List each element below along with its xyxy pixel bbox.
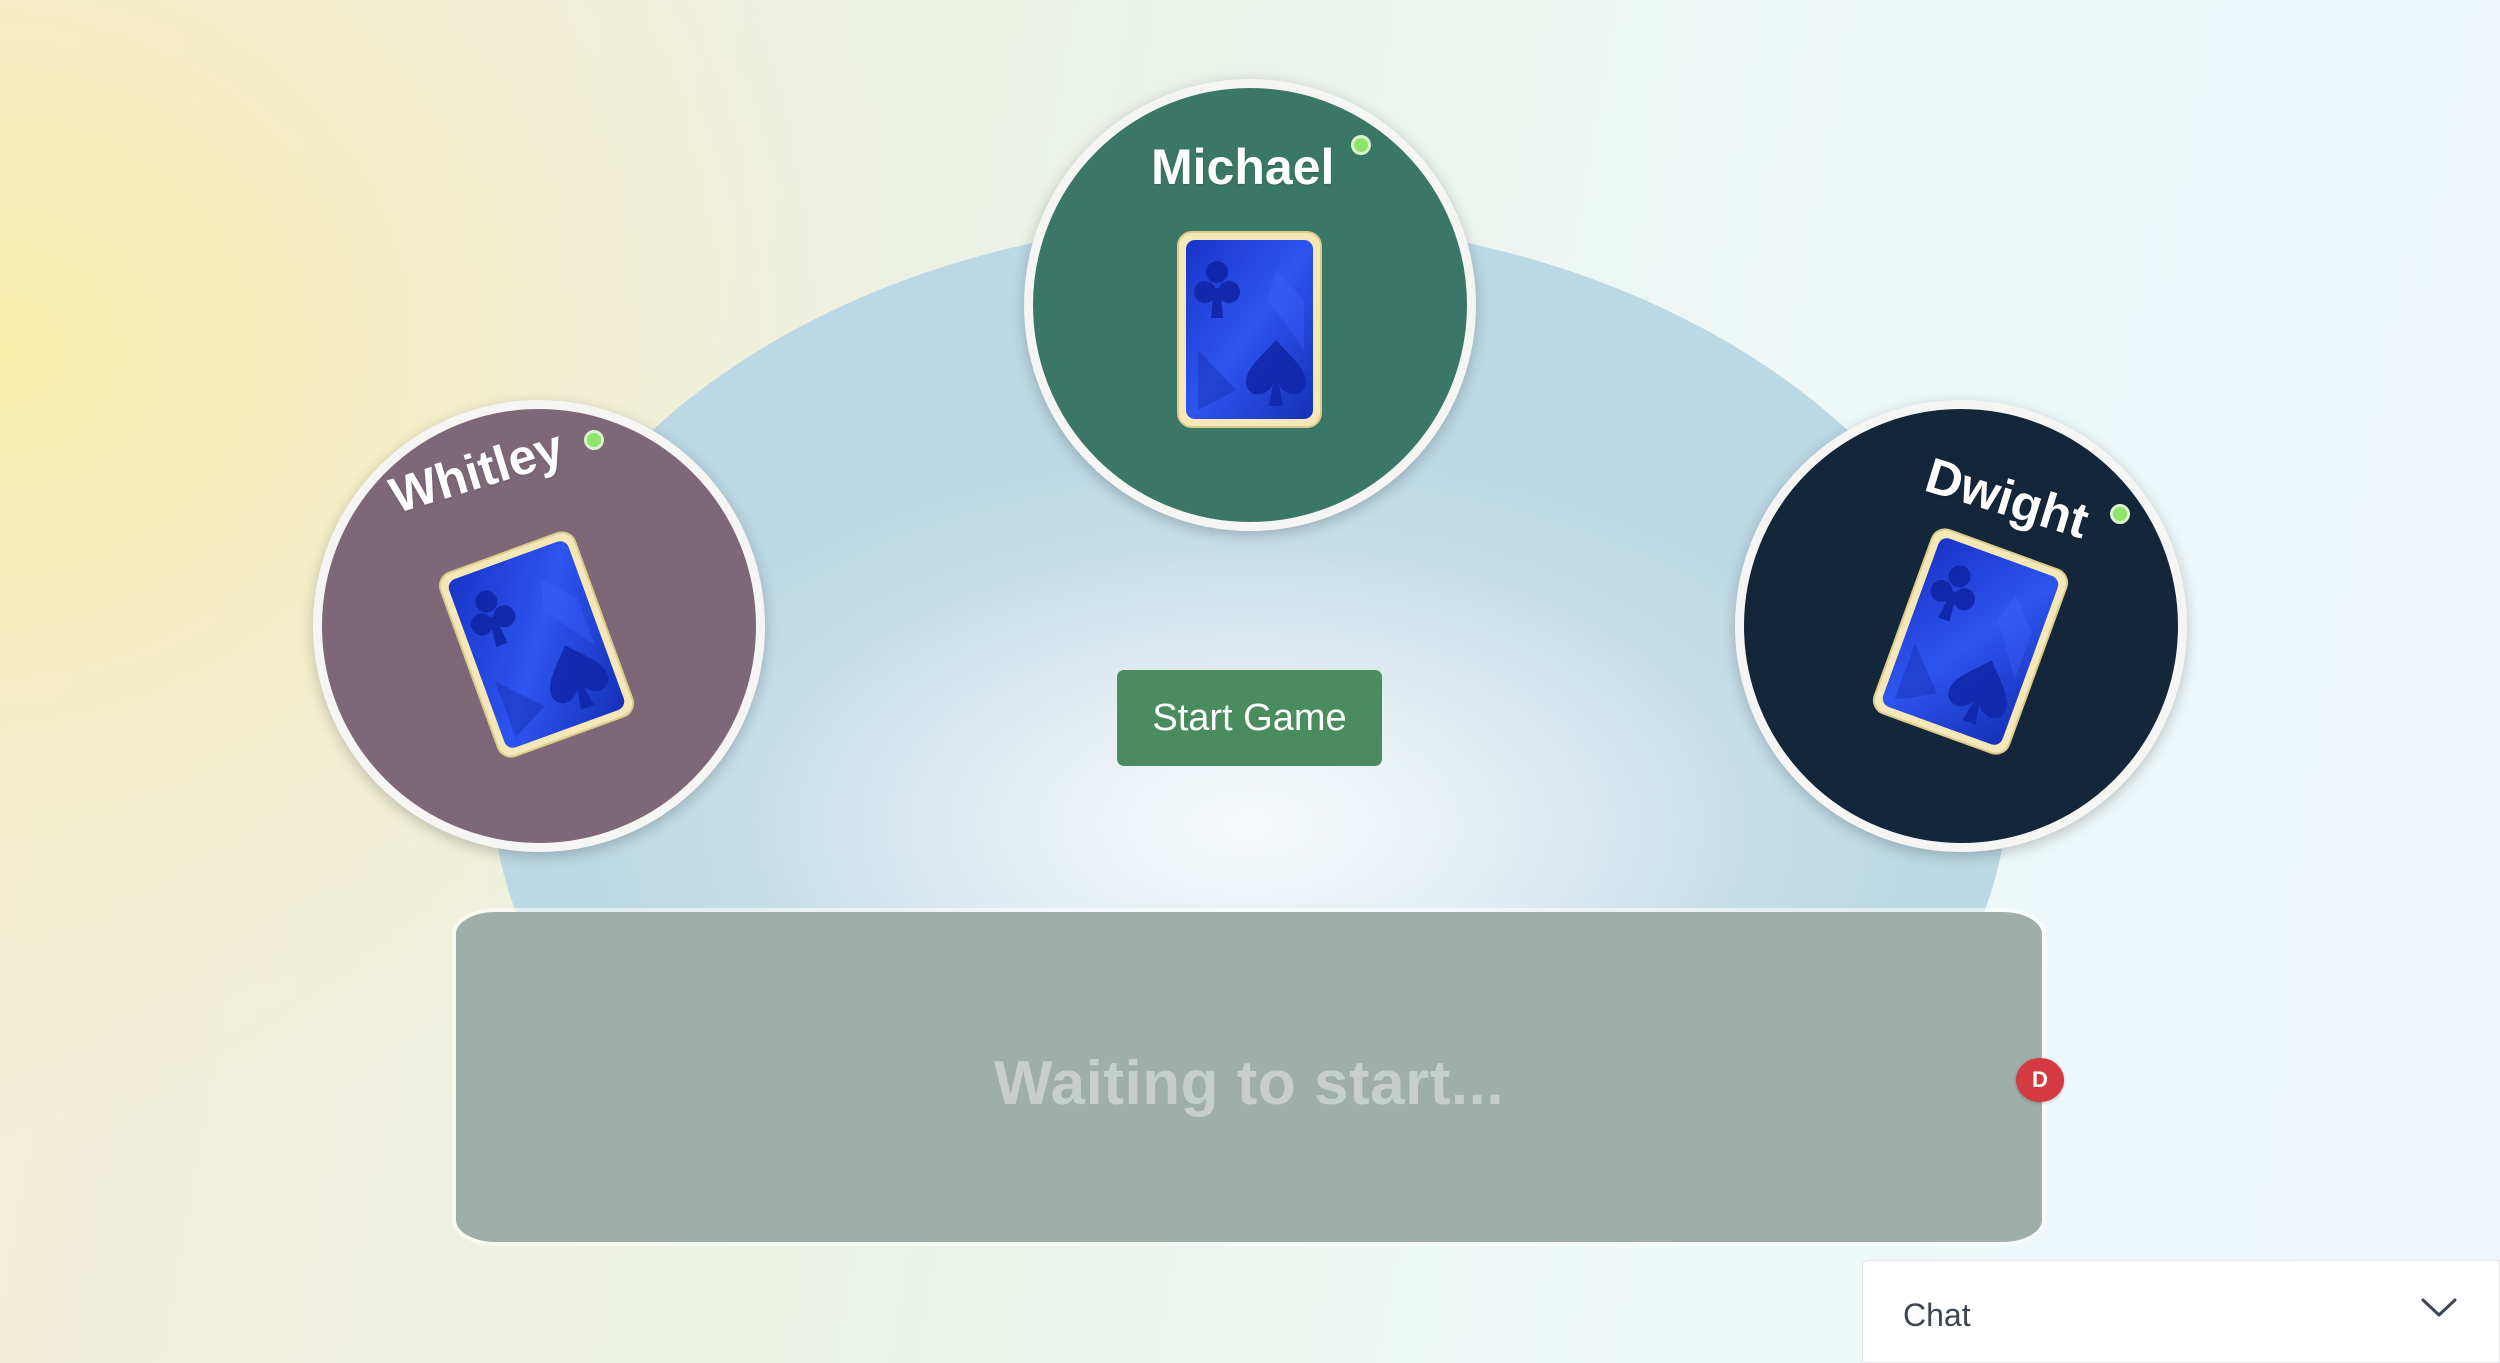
player-seat-dwight: Dwight xyxy=(1735,400,2187,852)
player-name: Michael xyxy=(1151,139,1335,195)
chat-label: Chat xyxy=(1903,1297,1971,1333)
online-status-icon xyxy=(2110,504,2130,524)
start-game-button[interactable]: Start Game xyxy=(1117,670,1382,766)
chevron-down-icon[interactable] xyxy=(2419,1295,2459,1321)
status-text: Waiting to start... xyxy=(993,1048,1505,1118)
card-back-icon xyxy=(433,526,639,763)
online-status-icon xyxy=(584,430,604,450)
chat-panel[interactable]: Chat xyxy=(1862,1260,2500,1363)
online-status-icon xyxy=(1351,135,1371,155)
table-rail: Waiting to start... xyxy=(456,912,2042,1242)
player-seat-whitley: Whitley xyxy=(313,400,765,852)
card-back-icon xyxy=(1867,523,2073,760)
card-back-icon xyxy=(1176,230,1323,429)
dealer-badge: D xyxy=(2016,1058,2064,1102)
player-seat-michael: Michael xyxy=(1024,79,1476,531)
